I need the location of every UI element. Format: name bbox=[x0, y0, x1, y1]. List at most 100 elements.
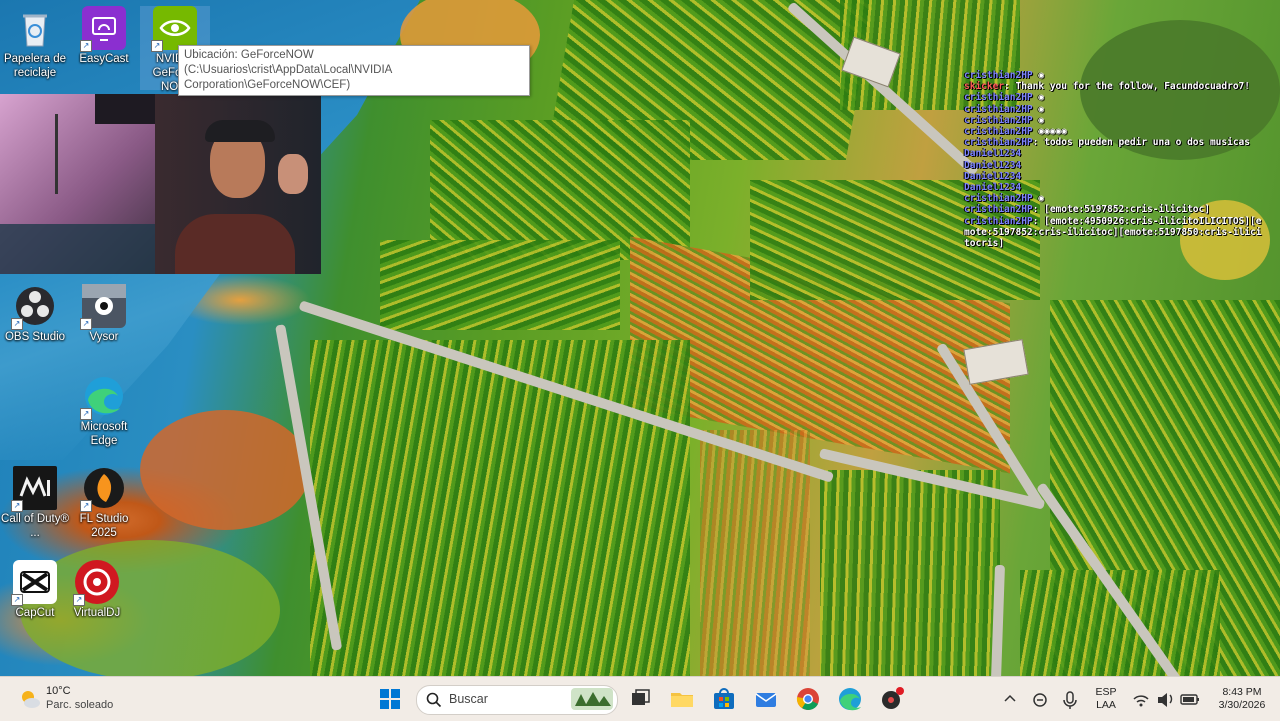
chat-username: skicker bbox=[964, 81, 1005, 93]
chat-username: cristhian2HP bbox=[964, 114, 1033, 126]
chat-message: Daniel1234 bbox=[964, 182, 1264, 193]
chrome-icon bbox=[796, 688, 819, 710]
vysor-icon: ↗ bbox=[80, 284, 126, 330]
person-shirt bbox=[175, 214, 295, 274]
desktop-icon-label: OBS Studio bbox=[4, 331, 66, 343]
chat-username: Daniel1234 bbox=[964, 182, 1022, 194]
taskbar-search-box[interactable]: Buscar bbox=[416, 685, 618, 715]
vineyard-rows bbox=[380, 240, 620, 330]
desktop-icon-label: EasyCast bbox=[79, 53, 129, 65]
desktop-icon-recycle-bin[interactable]: Papelera de reciclaje bbox=[0, 6, 70, 80]
app-icon bbox=[882, 687, 904, 709]
desktop-icon-label: CapCut bbox=[15, 607, 55, 619]
chat-message: cristhian2HP: todos pueden pedir una o d… bbox=[964, 137, 1250, 149]
chat-text: Thank you for the follow, Facundocuadro7… bbox=[1015, 81, 1251, 93]
edge-icon bbox=[839, 688, 861, 711]
weather-widget[interactable]: 10°C Parc. soleado bbox=[14, 683, 124, 715]
search-placeholder: Buscar bbox=[449, 692, 488, 706]
chat-message: cristhian2HP ◉ bbox=[964, 70, 1045, 81]
desktop-icon-fl-studio[interactable]: ↗ FL Studio 2025 bbox=[69, 466, 139, 540]
edge-icon: ↗ bbox=[80, 374, 126, 420]
geforce-now-icon: ↗ bbox=[151, 6, 197, 52]
person-hand bbox=[278, 154, 308, 194]
language-code: ESP bbox=[1095, 686, 1117, 698]
virtualdj-icon: ↗ bbox=[73, 560, 119, 606]
desktop-icon-virtualdj[interactable]: ↗ VirtualDJ bbox=[62, 560, 132, 620]
capcut-icon: ↗ bbox=[11, 560, 57, 606]
vineyard-rows bbox=[1020, 570, 1220, 676]
desktop-icon-edge[interactable]: ↗ Microsoft Edge bbox=[69, 374, 139, 448]
recycle-bin-icon bbox=[13, 6, 57, 50]
chrome-button[interactable] bbox=[794, 685, 822, 713]
microphone-icon bbox=[1063, 691, 1077, 709]
desktop-icon-label: VirtualDJ bbox=[73, 607, 121, 619]
vineyard-rows bbox=[430, 120, 690, 260]
desktop-icon-easycast[interactable]: ↗ EasyCast bbox=[69, 6, 139, 66]
microsoft-store-button[interactable] bbox=[710, 685, 738, 713]
chat-message: cristhian2HP ◉ bbox=[964, 92, 1045, 104]
shortcut-arrow-icon: ↗ bbox=[73, 594, 85, 606]
desktop-icon-label: Vysor bbox=[89, 331, 119, 343]
show-hidden-icons-button[interactable] bbox=[998, 685, 1022, 713]
shortcut-arrow-icon: ↗ bbox=[80, 318, 92, 330]
chat-username: Daniel1234 bbox=[964, 148, 1022, 160]
webcam-overlay bbox=[0, 94, 321, 274]
weather-temp: 10°C bbox=[46, 685, 71, 697]
partly-sunny-icon bbox=[22, 691, 40, 708]
store-icon bbox=[714, 688, 734, 709]
chat-username: cristhian2HP bbox=[964, 193, 1033, 205]
search-icon bbox=[426, 692, 442, 708]
chat-text: todos pueden pedir una o dos musicas bbox=[1044, 137, 1250, 149]
quick-settings-button[interactable] bbox=[1128, 685, 1206, 713]
chat-message: cristhian2HP ◉ bbox=[964, 193, 1045, 205]
location-tooltip: Ubicación: GeForceNOW (C:\Usuarios\crist… bbox=[178, 45, 530, 96]
desktop-icon-obs[interactable]: ↗ OBS Studio bbox=[0, 284, 70, 344]
tray-app-button[interactable] bbox=[1028, 685, 1052, 713]
task-view-button[interactable] bbox=[626, 685, 654, 713]
chat-message: cristhian2HP ◉ bbox=[964, 114, 1045, 126]
taskbar: 10°C Parc. soleado Buscar ESP LAA 8:43 P… bbox=[0, 676, 1280, 721]
chat-username: cristhian2HP bbox=[964, 70, 1033, 81]
desktop-icon-vysor[interactable]: ↗ Vysor bbox=[69, 284, 139, 344]
edge-taskbar-button[interactable] bbox=[836, 685, 864, 713]
chat-username: cristhian2HP bbox=[964, 92, 1033, 104]
mail-button[interactable] bbox=[752, 685, 780, 713]
vineyard-rows bbox=[820, 470, 1000, 676]
shortcut-arrow-icon: ↗ bbox=[11, 500, 23, 512]
app-button[interactable] bbox=[878, 685, 906, 713]
desktop-icon-capcut[interactable]: ↗ CapCut bbox=[0, 560, 70, 620]
chat-username: cristhian2HP bbox=[964, 103, 1033, 115]
desktop-icon-call-of-duty[interactable]: ↗ Call of Duty® ... bbox=[0, 466, 70, 540]
clock-time: 8:43 PM bbox=[1222, 686, 1262, 698]
tray-app-icon bbox=[1033, 693, 1047, 707]
obs-icon: ↗ bbox=[11, 284, 57, 330]
chat-message: Daniel1234 bbox=[964, 160, 1264, 171]
shortcut-arrow-icon: ↗ bbox=[151, 40, 163, 52]
folder-icon bbox=[671, 693, 693, 707]
desk bbox=[0, 224, 160, 274]
chat-message: skicker: Thank you for the follow, Facun… bbox=[964, 81, 1251, 93]
shortcut-arrow-icon: ↗ bbox=[80, 500, 92, 512]
start-button[interactable] bbox=[376, 685, 404, 713]
chat-message: Daniel1234 bbox=[964, 171, 1264, 182]
cap bbox=[205, 120, 275, 142]
task-view-icon bbox=[632, 689, 650, 705]
call-of-duty-icon: ↗ bbox=[11, 466, 57, 512]
shortcut-arrow-icon: ↗ bbox=[80, 408, 92, 420]
vineyard-rows bbox=[310, 340, 690, 676]
network-volume-battery-icons bbox=[1133, 693, 1199, 707]
microphone-button[interactable] bbox=[1058, 685, 1082, 713]
chat-message: Daniel1234 bbox=[964, 148, 1264, 159]
input-language[interactable]: ESP LAA bbox=[1090, 686, 1122, 712]
chat-username: cristhian2HP bbox=[964, 204, 1033, 216]
desktop-icon-label: Papelera de reciclaje bbox=[3, 53, 67, 79]
keyboard-layout: LAA bbox=[1096, 699, 1116, 711]
shortcut-arrow-icon: ↗ bbox=[11, 594, 23, 606]
chat-message: cristhian2HP ◉ bbox=[964, 103, 1045, 115]
chat-username: cristhian2HP bbox=[964, 215, 1033, 227]
desktop-icon-label: Call of Duty® ... bbox=[1, 513, 69, 539]
chat-message: cristhian2HP: [emote:4950926:cris-ilicit… bbox=[964, 215, 1262, 250]
file-explorer-button[interactable] bbox=[668, 685, 696, 713]
chat-username: Daniel1234 bbox=[964, 170, 1022, 182]
clock[interactable]: 8:43 PM 3/30/2026 bbox=[1204, 686, 1280, 712]
